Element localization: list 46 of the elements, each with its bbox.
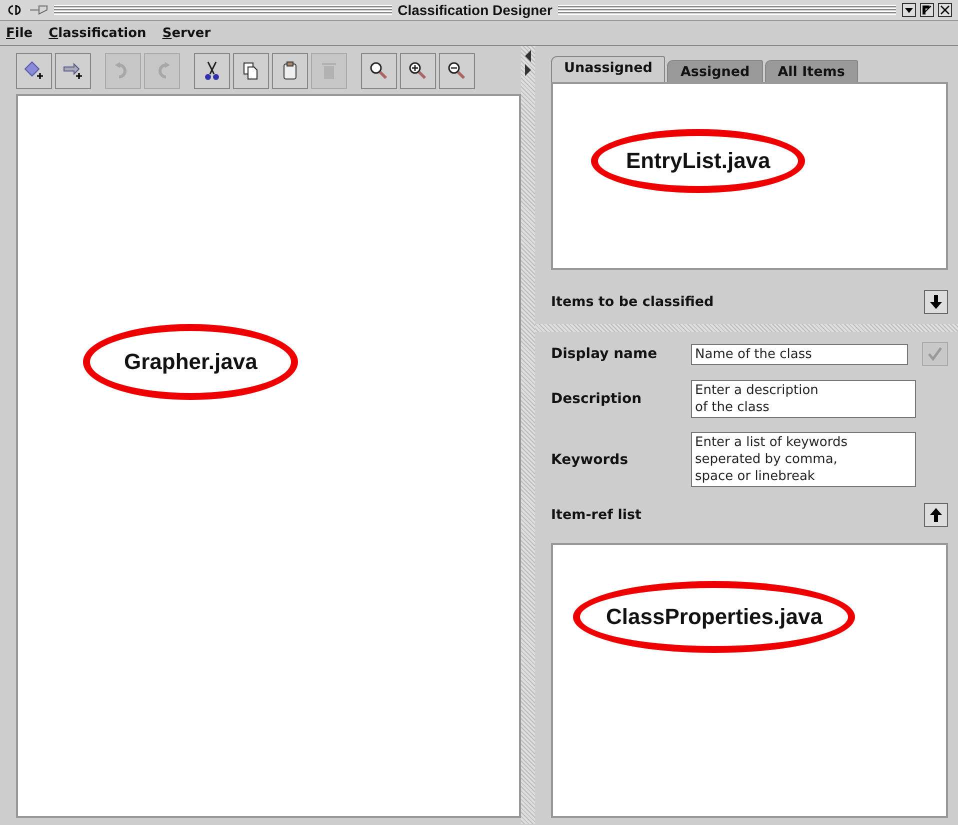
section-label: Item-ref list [551, 507, 642, 523]
cut-button[interactable] [194, 53, 230, 89]
paste-button[interactable] [272, 53, 308, 89]
grip-lines[interactable] [558, 5, 896, 15]
circled-file-name: ClassProperties.java [573, 581, 856, 653]
field-label: Display name [551, 346, 658, 362]
field-label: Keywords [551, 452, 630, 468]
items-list[interactable]: EntryList.java [551, 82, 948, 270]
zoom-button[interactable] [361, 53, 397, 89]
item-ref-list[interactable]: ClassProperties.java [551, 543, 948, 818]
input-field[interactable]: Name of the class [691, 344, 908, 364]
circled-file-name: Grapher.java [83, 324, 298, 400]
menu-item[interactable]: Server [162, 26, 211, 40]
down-arrow-icon [930, 295, 942, 309]
zoom-out-button[interactable] [439, 53, 475, 89]
section-label: Items to be classified [551, 294, 714, 310]
up-arrow-icon [930, 508, 942, 522]
move-up-button[interactable] [924, 503, 948, 527]
close-icon[interactable] [938, 3, 952, 17]
grip-lines[interactable] [54, 5, 392, 15]
check-icon [927, 347, 943, 361]
tab[interactable]: Unassigned [551, 56, 666, 82]
menu-item[interactable]: File [6, 26, 33, 40]
zoom-in-button[interactable] [400, 53, 436, 89]
move-down-button[interactable] [924, 290, 948, 314]
zoom-in-icon [407, 60, 429, 82]
tab[interactable]: All Items [764, 60, 858, 82]
circled-file-name: EntryList.java [591, 129, 806, 193]
zoom-out-icon [446, 60, 468, 82]
menu-item[interactable]: Classification [48, 26, 146, 40]
tab[interactable]: Assigned [667, 60, 763, 82]
add-node-button[interactable] [16, 53, 52, 89]
copy-button[interactable] [233, 53, 269, 89]
pin-icon[interactable] [30, 5, 48, 15]
field-label: Description [551, 391, 643, 407]
add-edge-button[interactable] [55, 53, 91, 89]
window-title: Classification Designer [398, 2, 552, 18]
magnifier-icon [368, 60, 390, 82]
input-field[interactable]: Enter a list of keywords seperated by comma, space or linebreak [691, 432, 916, 487]
maximize-icon[interactable] [920, 3, 934, 17]
diagram-canvas[interactable]: Grapher.java [16, 94, 521, 818]
minimize-icon[interactable] [902, 3, 916, 17]
arrow-plus-icon [62, 60, 84, 82]
diamond-plus-icon [23, 60, 45, 82]
input-field[interactable]: Enter a description of the class [691, 380, 916, 418]
collapse-arrows-icon[interactable] [524, 48, 532, 78]
